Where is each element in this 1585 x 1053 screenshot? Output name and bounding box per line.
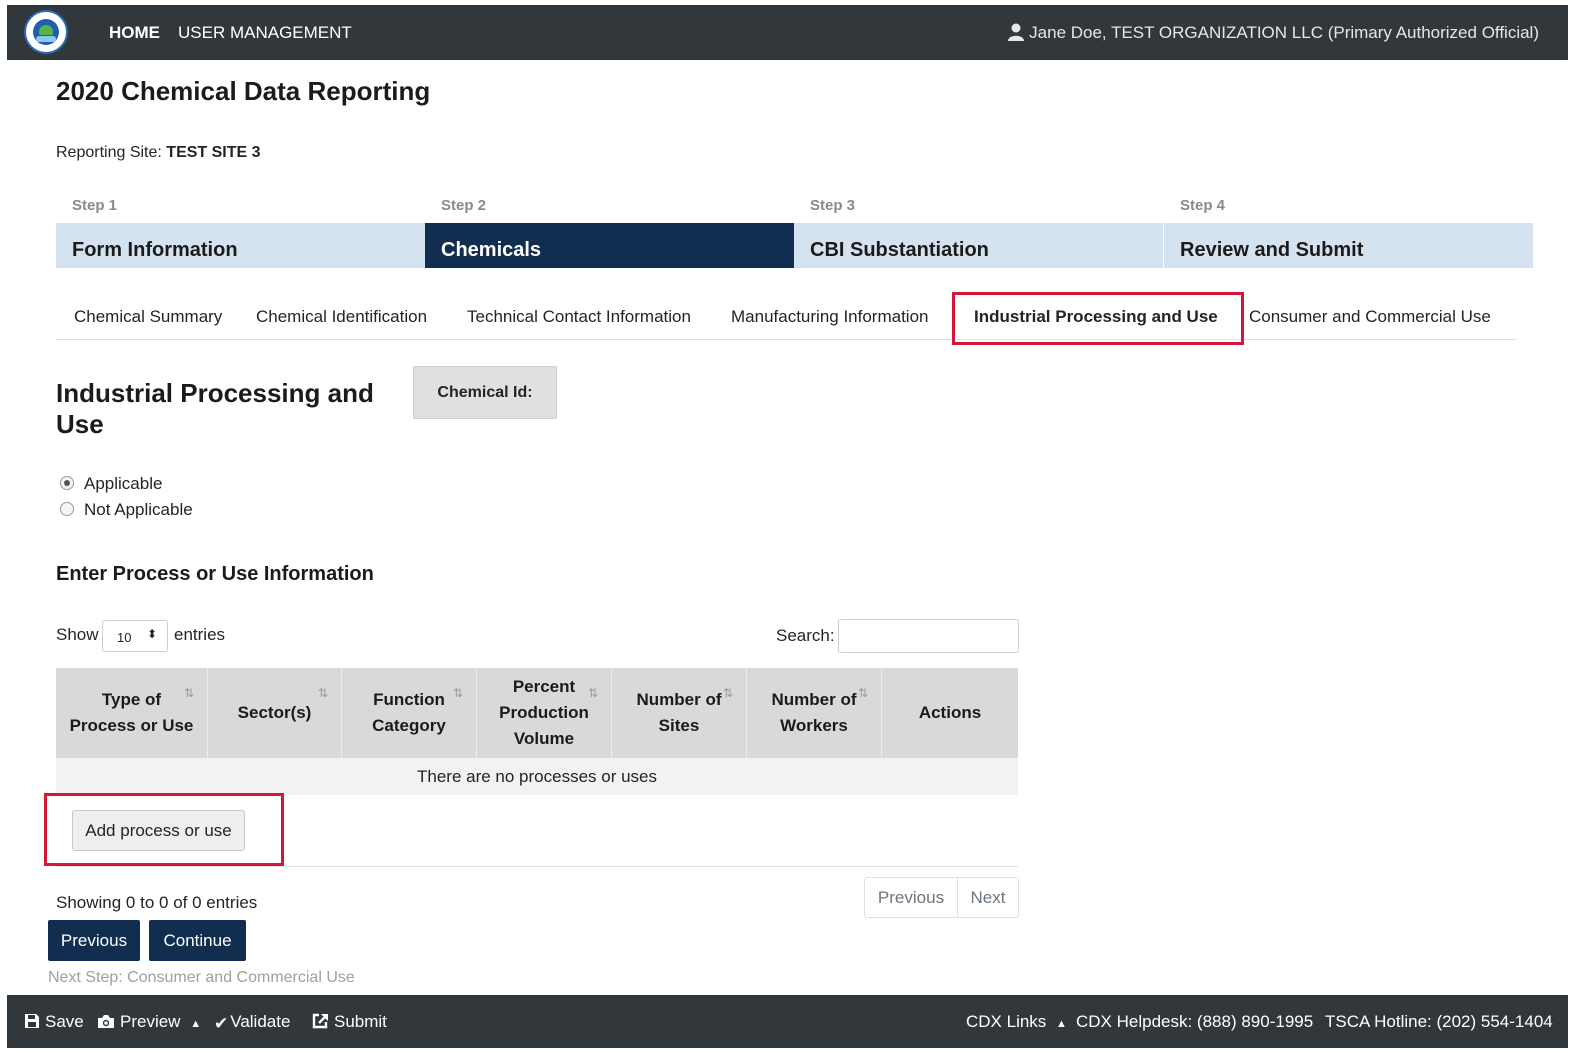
- wizard-steps: Step 1 Form Information Step 2 Chemicals…: [56, 190, 1533, 268]
- table-empty-row: There are no processes or uses: [56, 758, 1018, 795]
- table-info: Showing 0 to 0 of 0 entries: [56, 893, 258, 912]
- submit-label: Submit: [334, 1012, 387, 1031]
- col-label: Function Category: [372, 690, 446, 735]
- table-heading: Enter Process or Use Information: [56, 563, 374, 585]
- table-header: Type of Process or Use ⇅ Sector(s) ⇅ Fun…: [56, 668, 1018, 758]
- radio-applicable-label: Applicable: [84, 474, 163, 493]
- caret-up-icon: ▲: [1056, 1018, 1067, 1030]
- pagination-previous[interactable]: Previous: [865, 878, 958, 917]
- step-number: Step 1: [72, 197, 118, 214]
- cdx-helpdesk: CDX Helpdesk: (888) 890-1995: [1076, 1012, 1314, 1031]
- step-form-information[interactable]: Step 1 Form Information: [56, 190, 425, 268]
- highlight-box-active-tab: [952, 292, 1244, 345]
- validate-button[interactable]: ✔ Validate: [214, 1012, 290, 1034]
- col-sectors[interactable]: Sector(s) ⇅: [208, 668, 342, 758]
- user-icon: [1008, 23, 1025, 41]
- search-input[interactable]: [838, 619, 1019, 653]
- step-name: Chemicals: [441, 239, 542, 261]
- highlight-box-add-button: [44, 793, 284, 866]
- reporting-site-label: Reporting Site:: [56, 144, 162, 161]
- tsca-hotline: TSCA Hotline: (202) 554-1404: [1325, 1012, 1553, 1031]
- tab-consumer-and-commercial-use[interactable]: Consumer and Commercial Use: [1249, 307, 1491, 327]
- reporting-site-value: TEST SITE 3: [166, 144, 261, 161]
- radio-selected-icon[interactable]: [60, 476, 74, 490]
- save-button[interactable]: Save: [24, 1012, 84, 1032]
- step-cbi-substantiation[interactable]: Step 3 CBI Substantiation: [794, 190, 1163, 268]
- radio-not-applicable[interactable]: Not Applicable: [60, 500, 193, 520]
- col-label: Number of Workers: [771, 690, 857, 735]
- sort-icon: ⇅: [588, 686, 599, 700]
- sort-icon: ⇅: [184, 686, 195, 700]
- continue-button[interactable]: Continue: [149, 920, 246, 961]
- camera-icon: [98, 1015, 114, 1028]
- radio-not-applicable-label: Not Applicable: [84, 500, 193, 519]
- col-actions: Actions: [882, 668, 1018, 758]
- save-label: Save: [45, 1012, 84, 1031]
- search-label: Search:: [776, 626, 835, 645]
- radio-applicable[interactable]: Applicable: [60, 474, 162, 494]
- previous-button[interactable]: Previous: [48, 920, 140, 961]
- submit-button[interactable]: Submit: [312, 1012, 387, 1032]
- chemical-subtabs: Chemical Summary Chemical Identification…: [56, 294, 1517, 340]
- tab-chemical-summary[interactable]: Chemical Summary: [74, 307, 222, 327]
- user-menu[interactable]: Jane Doe, TEST ORGANIZATION LLC (Primary…: [1008, 23, 1539, 43]
- entries-label: entries: [174, 625, 226, 644]
- next-step-hint: Next Step: Consumer and Commercial Use: [48, 969, 355, 986]
- col-number-of-workers[interactable]: Number of Workers ⇅: [747, 668, 882, 758]
- sort-icon: ⇅: [318, 686, 329, 700]
- validate-label: Validate: [230, 1012, 291, 1031]
- cdx-links-label: CDX Links: [966, 1012, 1047, 1031]
- step-chemicals[interactable]: Step 2 Chemicals: [425, 190, 794, 268]
- step-number: Step 4: [1180, 197, 1226, 214]
- col-function-category[interactable]: Function Category ⇅: [342, 668, 477, 758]
- preview-label: Preview: [120, 1012, 181, 1031]
- step-name: Review and Submit: [1180, 239, 1364, 261]
- sort-icon: ⇅: [723, 686, 734, 700]
- reporting-site: Reporting Site: TEST SITE 3: [56, 144, 261, 162]
- nav-user-management-link[interactable]: USER MANAGEMENT: [178, 23, 352, 43]
- submit-icon: [312, 1013, 328, 1029]
- caret-up-icon: ▲: [190, 1018, 202, 1030]
- col-label: Type of Process or Use: [69, 690, 194, 735]
- tab-chemical-identification[interactable]: Chemical Identification: [256, 307, 427, 327]
- pagination-next[interactable]: Next: [958, 878, 1018, 917]
- tab-technical-contact-information[interactable]: Technical Contact Information: [467, 307, 691, 327]
- user-name: Jane Doe, TEST ORGANIZATION LLC (Primary…: [1029, 23, 1539, 42]
- col-label: Percent Production Volume: [499, 677, 589, 748]
- chemical-id-label: Chemical Id:: [413, 366, 557, 419]
- entries-length-select[interactable]: 10 ⬍: [102, 620, 168, 652]
- footer-toolbar: Save Preview ▲ ✔ Validate Submit CDX Link…: [7, 995, 1568, 1048]
- col-label: Number of Sites: [636, 690, 722, 735]
- preview-button[interactable]: Preview ▲: [97, 1012, 201, 1032]
- sort-icon: ⇅: [858, 686, 869, 700]
- step-review-and-submit[interactable]: Step 4 Review and Submit: [1164, 190, 1533, 268]
- col-label: Sector(s): [237, 703, 312, 722]
- page-title: 2020 Chemical Data Reporting: [56, 76, 431, 106]
- show-label: Show: [56, 625, 99, 644]
- step-number: Step 3: [810, 197, 856, 214]
- col-percent-production-volume[interactable]: Percent Production Volume ⇅: [477, 668, 612, 758]
- tab-manufacturing-information[interactable]: Manufacturing Information: [731, 307, 929, 327]
- step-name: Form Information: [72, 239, 238, 261]
- check-icon: ✔: [214, 1014, 229, 1033]
- select-caret-icon: ⬍: [147, 627, 158, 641]
- section-title: Industrial Processing and Use: [56, 378, 374, 439]
- step-name: CBI Substantiation: [810, 239, 989, 261]
- col-type-of-process[interactable]: Type of Process or Use ⇅: [56, 668, 208, 758]
- col-label: Actions: [918, 703, 982, 722]
- table-pagination: Previous Next: [864, 877, 1019, 918]
- sort-icon: ⇅: [453, 686, 464, 700]
- top-navbar: HOME USER MANAGEMENT Jane Doe, TEST ORGA…: [7, 5, 1568, 60]
- entries-length-value: 10: [117, 630, 132, 645]
- radio-unselected-icon[interactable]: [60, 502, 74, 516]
- save-icon: [25, 1014, 39, 1028]
- cdx-links-menu[interactable]: CDX Links ▲: [966, 1012, 1067, 1032]
- nav-home-link[interactable]: HOME: [109, 23, 160, 43]
- epa-logo-icon[interactable]: [24, 10, 68, 54]
- step-number: Step 2: [441, 197, 487, 214]
- col-number-of-sites[interactable]: Number of Sites ⇅: [612, 668, 747, 758]
